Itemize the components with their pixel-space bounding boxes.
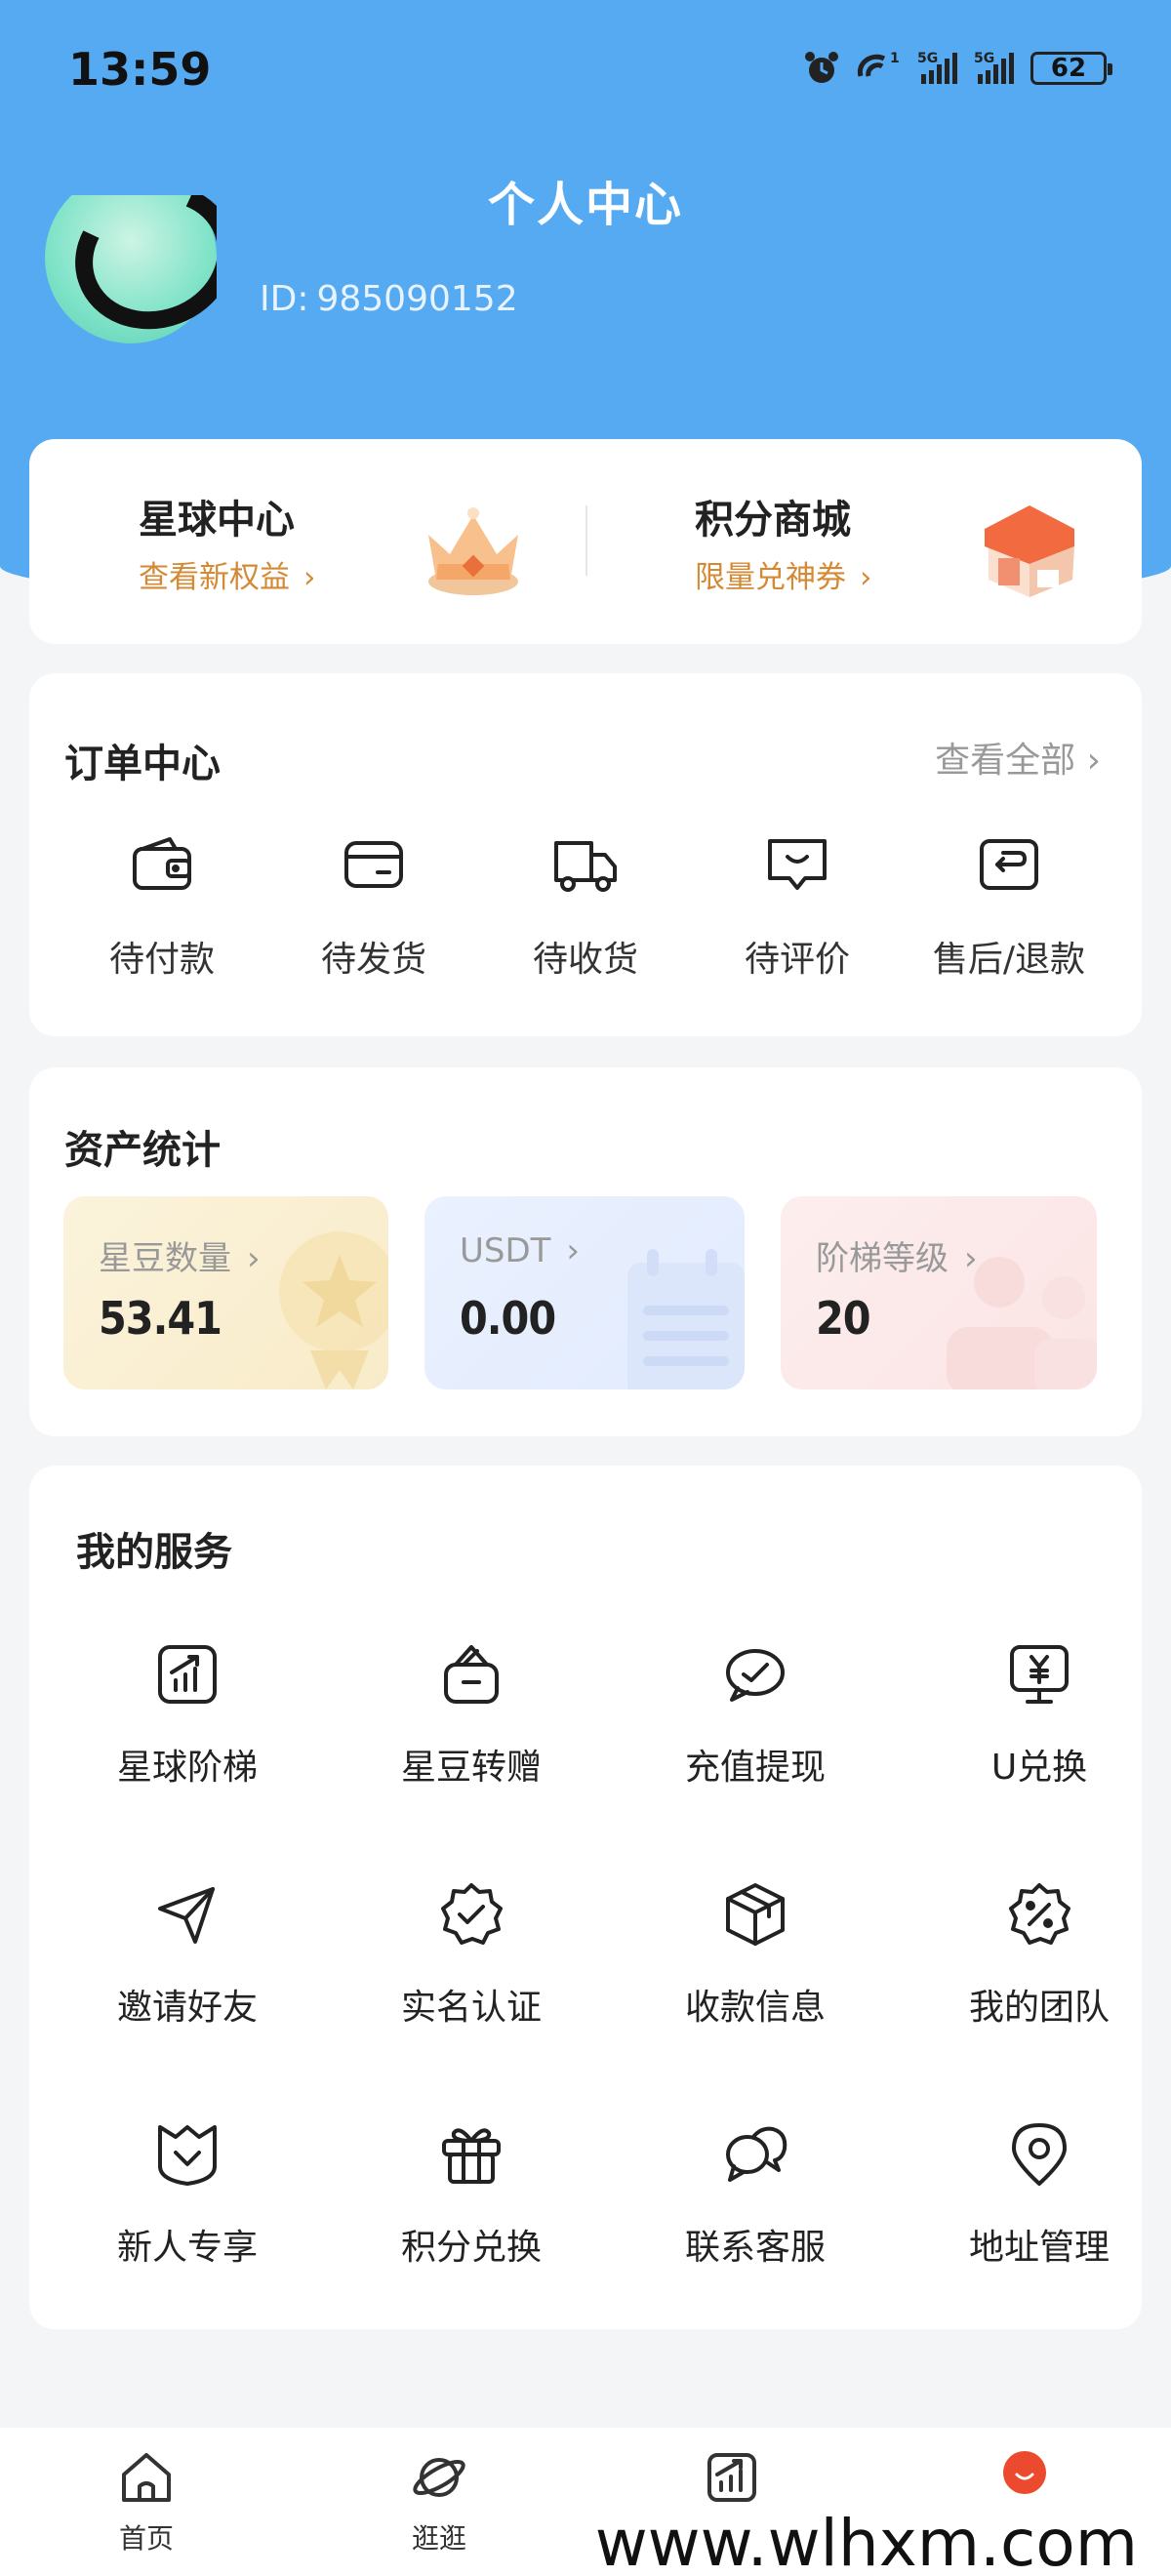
status-icons: 1 5G 5G 62	[802, 49, 1112, 88]
status-time: 13:59	[68, 43, 212, 96]
asset-value: 20	[816, 1292, 871, 1345]
order-center-title: 订单中心	[64, 742, 221, 786]
order-pending-shipment[interactable]: 待发货	[266, 829, 481, 982]
watermark-text: www.wlhxm.com	[588, 2506, 1144, 2576]
profile-dot-icon	[1003, 2451, 1046, 2494]
service-recharge-withdraw[interactable]: 充值提现	[628, 1639, 882, 1790]
shop-icon	[985, 505, 1074, 597]
alarm-icon	[805, 52, 838, 83]
service-address-management[interactable]: 地址管理	[912, 2119, 1166, 2270]
order-pending-payment[interactable]: 待付款	[55, 829, 269, 982]
return-icon	[980, 839, 1038, 890]
gift-icon	[442, 2128, 501, 2184]
shield-heart-icon	[158, 2125, 217, 2186]
medal-icon	[279, 1231, 388, 1389]
promo-title: 星球中心	[139, 498, 295, 543]
location-pin-icon	[1012, 2123, 1067, 2186]
truck-icon	[554, 841, 617, 892]
comment-icon	[768, 839, 827, 890]
signal-5g-icon: 5G	[917, 51, 957, 84]
yen-monitor-icon	[1010, 1645, 1069, 1704]
wallet-icon	[133, 837, 191, 890]
service-payment-info[interactable]: 收款信息	[628, 1879, 882, 2030]
calendar-icon	[627, 1249, 745, 1389]
asset-stats-title: 资产统计	[64, 1128, 221, 1173]
nav-home[interactable]: 首页	[49, 2447, 244, 2556]
service-points-exchange[interactable]: 积分兑换	[344, 2119, 598, 2270]
chat-check-icon	[726, 1649, 785, 1702]
user-id-label: ID:	[260, 279, 309, 319]
status-bar: 13:59 1 5G 5G 62	[0, 0, 1171, 146]
avatar[interactable]	[45, 195, 217, 343]
asset-usdt[interactable]: USDT › 0.00	[424, 1196, 745, 1389]
order-pending-receipt[interactable]: 待收货	[478, 829, 693, 982]
user-id: ID: 985090152	[260, 279, 518, 319]
asset-stats-card: 资产统计 星豆数量 › 53.41 USDT › 0.00 阶梯等级 › 20	[29, 1067, 1142, 1436]
promo-planet-center[interactable]: 星球中心 查看新权益 ›	[29, 439, 586, 644]
service-u-exchange[interactable]: U兑换	[912, 1639, 1166, 1790]
signal-5g-icon-2: 5G	[974, 51, 1014, 84]
home-icon	[122, 2453, 171, 2502]
service-contact-support[interactable]: 联系客服	[628, 2119, 882, 2270]
promo-subtitle: 限量兑神券 ›	[695, 560, 872, 595]
service-my-team[interactable]: 我的团队	[912, 1879, 1166, 2030]
crown-icon	[428, 507, 518, 595]
box-icon	[726, 1883, 785, 1946]
gift-card-icon	[444, 1645, 499, 1704]
see-all-orders-link[interactable]: 查看全部 ›	[935, 732, 1101, 783]
order-after-sales[interactable]: 售后/退款	[902, 829, 1116, 982]
asset-ladder-level[interactable]: 阶梯等级 › 20	[781, 1196, 1097, 1389]
battery-indicator: 62	[1030, 52, 1112, 85]
chart-up-icon	[158, 1645, 217, 1704]
service-bean-transfer[interactable]: 星豆转赠	[344, 1639, 598, 1790]
asset-value: 0.00	[460, 1292, 556, 1345]
service-newcomer-exclusive[interactable]: 新人专享	[61, 2119, 314, 2270]
promo-subtitle: 查看新权益 ›	[139, 560, 316, 595]
service-planet-ladder[interactable]: 星球阶梯	[61, 1639, 314, 1790]
service-invite-friends[interactable]: 邀请好友	[61, 1879, 314, 2030]
asset-label: USDT ›	[460, 1231, 581, 1270]
chart-icon	[707, 2453, 756, 2502]
service-real-name[interactable]: 实名认证	[344, 1879, 598, 2030]
paper-plane-icon	[158, 1887, 215, 1944]
order-pending-review[interactable]: 待评价	[690, 829, 905, 982]
promo-title: 积分商城	[695, 498, 851, 543]
planet-icon	[413, 2458, 465, 2497]
svg-text:5G: 5G	[917, 51, 938, 66]
user-id-value: 985090152	[316, 279, 518, 319]
chat-bubbles-icon	[726, 2126, 787, 2182]
svg-text:5G: 5G	[974, 51, 994, 66]
my-services-title: 我的服务	[76, 1530, 232, 1575]
order-center-card: 订单中心 查看全部 › 待付款 待发货 待收货 待评价 售后/退款	[29, 673, 1142, 1036]
verified-badge-icon	[441, 1883, 503, 1945]
my-services-card: 我的服务 星球阶梯 星豆转赠 充值提现 U兑换 邀请好友 实名认证 收款信息 我…	[29, 1466, 1142, 2329]
promo-points-mall[interactable]: 积分商城 限量兑神券 ›	[586, 439, 1142, 644]
hotspot-icon: 1	[857, 51, 900, 77]
card-icon	[344, 841, 403, 888]
svg-text:1: 1	[890, 51, 900, 66]
asset-value: 53.41	[99, 1292, 222, 1345]
promo-card: 星球中心 查看新权益 › 积分商城 限量兑神券 ›	[29, 439, 1142, 644]
asset-star-beans[interactable]: 星豆数量 › 53.41	[63, 1196, 388, 1389]
asset-label: 星豆数量 ›	[99, 1239, 261, 1278]
nav-explore[interactable]: 逛逛	[342, 2447, 537, 2556]
asset-label: 阶梯等级 ›	[816, 1239, 978, 1278]
percent-badge-icon	[1009, 1883, 1070, 1945]
